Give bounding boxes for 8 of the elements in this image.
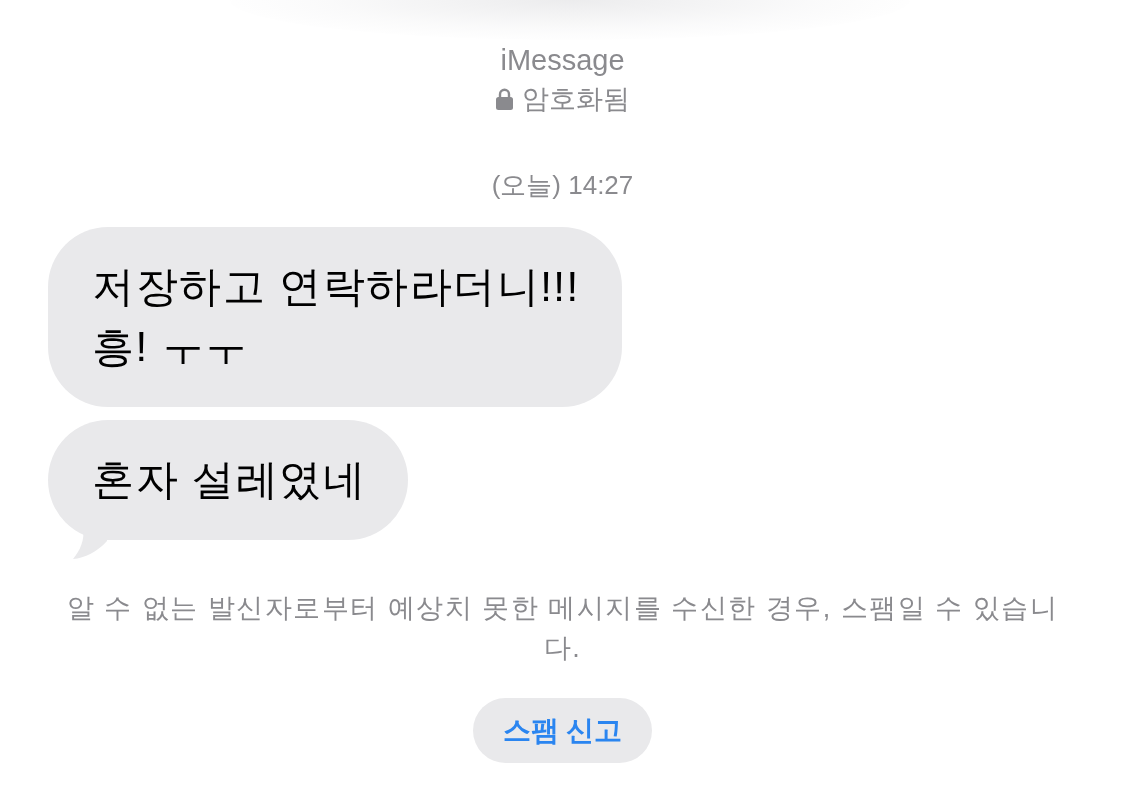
message-bubble: 저장하고 연락하라더니!!! 흥! ㅜㅜ — [48, 227, 622, 407]
lock-icon — [495, 88, 513, 110]
spam-warning-text: 알 수 없는 발신자로부터 예상치 못한 메시지를 수신한 경우, 스팸일 수 있습니다. — [65, 592, 1060, 665]
message-bubble: 혼자 설레였네 — [48, 420, 409, 540]
encryption-status: 암호화됨 — [521, 83, 630, 116]
message-timestamp: (오늘) 14:27 — [491, 169, 634, 201]
service-name: iMessage — [500, 44, 625, 76]
report-spam-button[interactable]: 스팸 신고 — [472, 698, 653, 763]
